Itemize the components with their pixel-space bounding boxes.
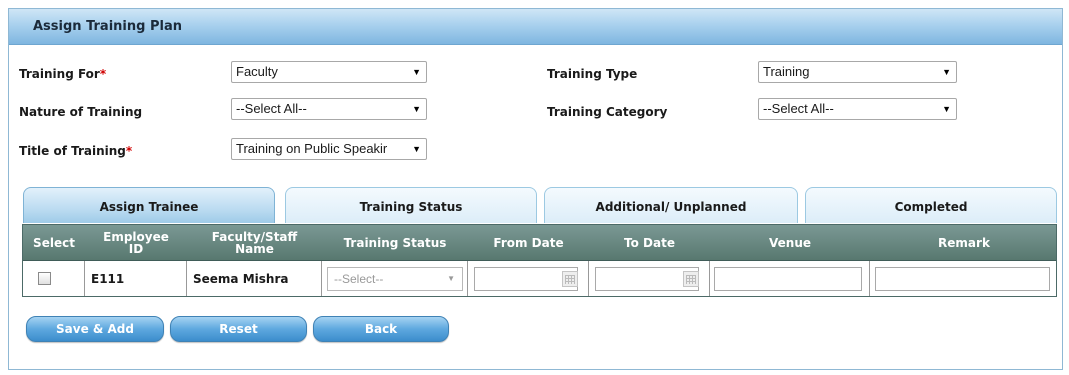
table-header: Select Employee ID Faculty/Staff Name Tr… [23, 225, 1056, 261]
column-header-employee-id: Employee ID [103, 230, 169, 256]
to-date-input[interactable] [595, 266, 699, 291]
chevron-down-icon: ▼ [942, 67, 951, 77]
training-for-label: Training For* [19, 67, 107, 81]
chevron-down-icon: ▼ [412, 104, 421, 114]
training-type-select[interactable]: Training ▼ [758, 61, 957, 83]
title-of-training-select[interactable]: Training on Public Speakir ▼ [231, 138, 427, 160]
nature-of-training-label: Nature of Training [19, 105, 143, 119]
column-header-training-status: Training Status [343, 236, 447, 250]
training-status-select[interactable]: --Select-- ▼ [327, 266, 463, 291]
back-button[interactable]: Back [313, 316, 449, 342]
trainee-table: Select Employee ID Faculty/Staff Name Tr… [22, 224, 1057, 297]
column-header-venue: Venue [769, 236, 811, 250]
calendar-icon[interactable] [683, 270, 699, 287]
column-header-remark: Remark [938, 236, 990, 250]
title-of-training-label: Title of Training* [19, 144, 133, 158]
chevron-down-icon: ▼ [412, 67, 421, 77]
chevron-down-icon: ▼ [447, 273, 455, 283]
employee-id-cell: E111 [85, 261, 187, 296]
remark-cell [870, 261, 1058, 296]
column-header-to-date: To Date [624, 236, 675, 250]
nature-of-training-select[interactable]: --Select All-- ▼ [231, 98, 427, 120]
select-cell [23, 261, 85, 296]
training-category-select[interactable]: --Select All-- ▼ [758, 98, 957, 120]
venue-cell [710, 261, 870, 296]
faculty-staff-name-cell: Seema Mishra [187, 261, 322, 296]
tab-assign-trainee[interactable]: Assign Trainee [23, 187, 275, 223]
calendar-icon[interactable] [562, 270, 578, 287]
venue-input[interactable] [714, 266, 862, 291]
column-header-from-date: From Date [493, 236, 564, 250]
from-date-input[interactable] [474, 266, 578, 291]
table-row: E111 Seema Mishra --Select-- ▼ [23, 261, 1056, 296]
from-date-cell [468, 261, 589, 296]
chevron-down-icon: ▼ [412, 144, 421, 154]
save-add-button[interactable]: Save & Add [26, 316, 164, 342]
tab-completed[interactable]: Completed [805, 187, 1057, 223]
reset-button[interactable]: Reset [170, 316, 307, 342]
page-title: Assign Training Plan [33, 19, 182, 34]
training-type-label: Training Type [547, 67, 638, 81]
column-header-faculty-staff-name: Faculty/Staff Name [211, 230, 298, 256]
panel-header: Assign Training Plan [9, 9, 1062, 45]
chevron-down-icon: ▼ [942, 104, 951, 114]
training-category-label: Training Category [547, 105, 668, 119]
to-date-cell [589, 261, 710, 296]
column-header-select: Select [33, 236, 75, 250]
training-status-cell: --Select-- ▼ [322, 261, 468, 296]
row-select-checkbox[interactable] [38, 272, 51, 285]
tab-additional-unplanned[interactable]: Additional/ Unplanned [544, 187, 798, 223]
tab-training-status[interactable]: Training Status [285, 187, 537, 223]
training-for-select[interactable]: Faculty ▼ [231, 61, 427, 83]
remark-input[interactable] [875, 266, 1050, 291]
assign-training-plan-panel: Assign Training Plan Training For* Facul… [8, 8, 1063, 370]
